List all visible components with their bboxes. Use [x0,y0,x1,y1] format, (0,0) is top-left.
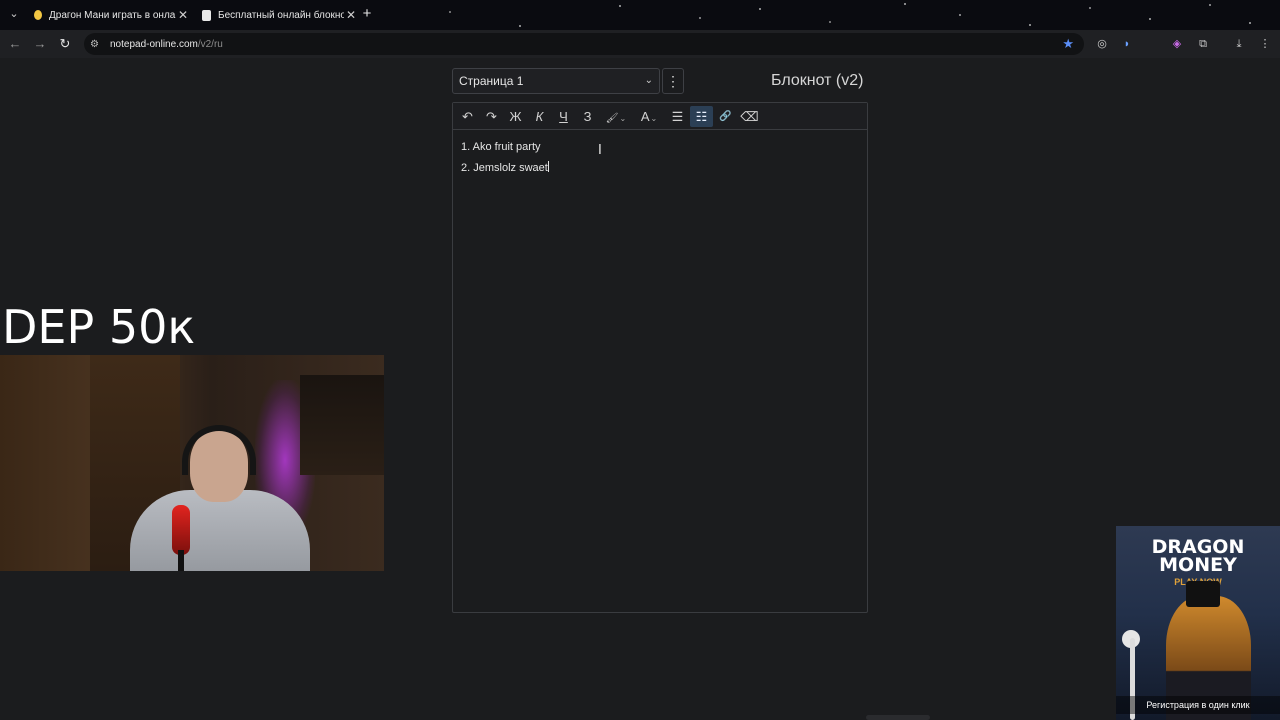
page-select-value: Страница 1 [459,74,524,88]
dragon-money-ad[interactable]: DRAGON MONEY PLAY NOW Регистрация в один… [1116,526,1280,720]
font-color-icon: A [640,108,650,124]
numbered-list-icon[interactable]: ☷ [690,105,713,127]
url-host: notepad-online.com [110,38,198,50]
browser-toolbar: ← → ↻ ⚙ notepad-online.com/v2/ru ★ ◎ ◗ ◈… [0,30,1280,58]
highlight-color-button[interactable]: 🖌⌄ [600,106,632,127]
dragon-money-favicon-icon [34,10,42,20]
headset-icon [182,425,256,475]
extension-picture-icon[interactable]: ◈ [1170,37,1184,51]
brush-icon: 🖌 [605,112,619,124]
stream-caption: DEP 50к [2,300,196,354]
app-title: Блокнот (v2) [771,72,864,89]
list-item[interactable]: 2. Jemslolz swaet [461,159,859,180]
font-color-button[interactable]: A⌄ [633,106,665,127]
chevron-down-icon: ⌄ [644,75,653,86]
browser-tab-strip: ⌄ Драгон Мани играть в онлай ✕ Бесплатны… [0,0,1280,30]
bullet-list-icon[interactable]: ☰ [666,106,689,127]
page-menu-button[interactable]: ⋮ [662,68,684,94]
redo-icon[interactable]: ↷ [480,106,503,127]
tab-title: Драгон Мани играть в онлай [49,9,176,21]
underline-button[interactable]: Ч [552,106,575,127]
browser-tab-dragon-money[interactable]: Драгон Мани играть в онлай ✕ [28,3,196,27]
browser-tab-notepad[interactable]: Бесплатный онлайн блокнот ✕ [196,3,364,27]
mouse-ibeam-cursor-icon: I [598,143,602,158]
scrollbar[interactable] [866,715,930,720]
editor-toolbar: ↶ ↷ Ж К Ч З 🖌⌄ A⌄ ☰ ☷ 🔗 ⌫ [453,103,867,130]
ad-brand-line2: MONEY [1159,554,1237,576]
tab-search-icon[interactable]: ⌄ [6,7,22,23]
webcam-feed [0,355,384,571]
page-select[interactable]: Страница 1 ⌄ [452,68,660,94]
list-text: Ako fruit party [472,141,541,153]
clear-format-icon[interactable]: ⌫ [738,106,761,127]
reload-icon[interactable]: ↻ [57,36,73,52]
new-tab-button[interactable]: + [358,5,376,23]
list-number: 2. [461,162,471,174]
ad-cta-button[interactable]: Регистрация в один клик [1116,696,1280,714]
chevron-down-icon: ⌄ [619,113,627,123]
ad-brand: DRAGON MONEY [1116,538,1280,576]
forward-icon[interactable]: → [32,36,48,52]
bold-button[interactable]: Ж [504,106,527,127]
download-icon[interactable]: ⤓ [1232,37,1246,51]
editor-content[interactable]: 1. Ako fruit party 2. Jemslolz swaet [453,130,867,188]
notepad-favicon-icon [202,9,211,21]
browser-menu-icon[interactable]: ⋮ [1258,37,1272,51]
text-caret [547,161,549,172]
back-icon[interactable]: ← [7,36,23,52]
editor: ↶ ↷ Ж К Ч З 🖌⌄ A⌄ ☰ ☷ 🔗 ⌫ 1. Ako fruit p… [452,102,868,613]
undo-icon[interactable]: ↶ [456,106,479,127]
list-item[interactable]: 1. Ako fruit party [461,138,859,159]
link-icon[interactable]: 🔗 [714,106,737,127]
microphone-stand [178,550,184,571]
italic-button[interactable]: К [528,106,551,127]
extension-translate-icon[interactable]: ◗ [1120,37,1134,51]
list-number: 1. [461,141,471,153]
extensions-puzzle-icon[interactable]: ⧉ [1196,37,1210,51]
streamer-torso [130,490,310,571]
top-hat-icon [1186,581,1220,607]
microphone-icon [172,505,190,555]
strikethrough-button[interactable]: З [576,106,599,127]
tab-title: Бесплатный онлайн блокнот [218,9,344,21]
address-bar[interactable]: ⚙ notepad-online.com/v2/ru ★ [84,33,1084,55]
site-settings-icon[interactable]: ⚙ [90,39,104,50]
close-tab-icon[interactable]: ✕ [176,8,190,22]
url-path: /v2/ru [197,38,223,50]
chevron-down-icon: ⌄ [650,113,658,123]
list-text: Jemslolz swaet [473,162,548,174]
extension-glasses-icon[interactable]: ◎ [1095,37,1109,51]
webcam-shelf [300,375,384,475]
bookmark-star-icon[interactable]: ★ [1062,36,1074,52]
close-tab-icon[interactable]: ✕ [344,8,358,22]
